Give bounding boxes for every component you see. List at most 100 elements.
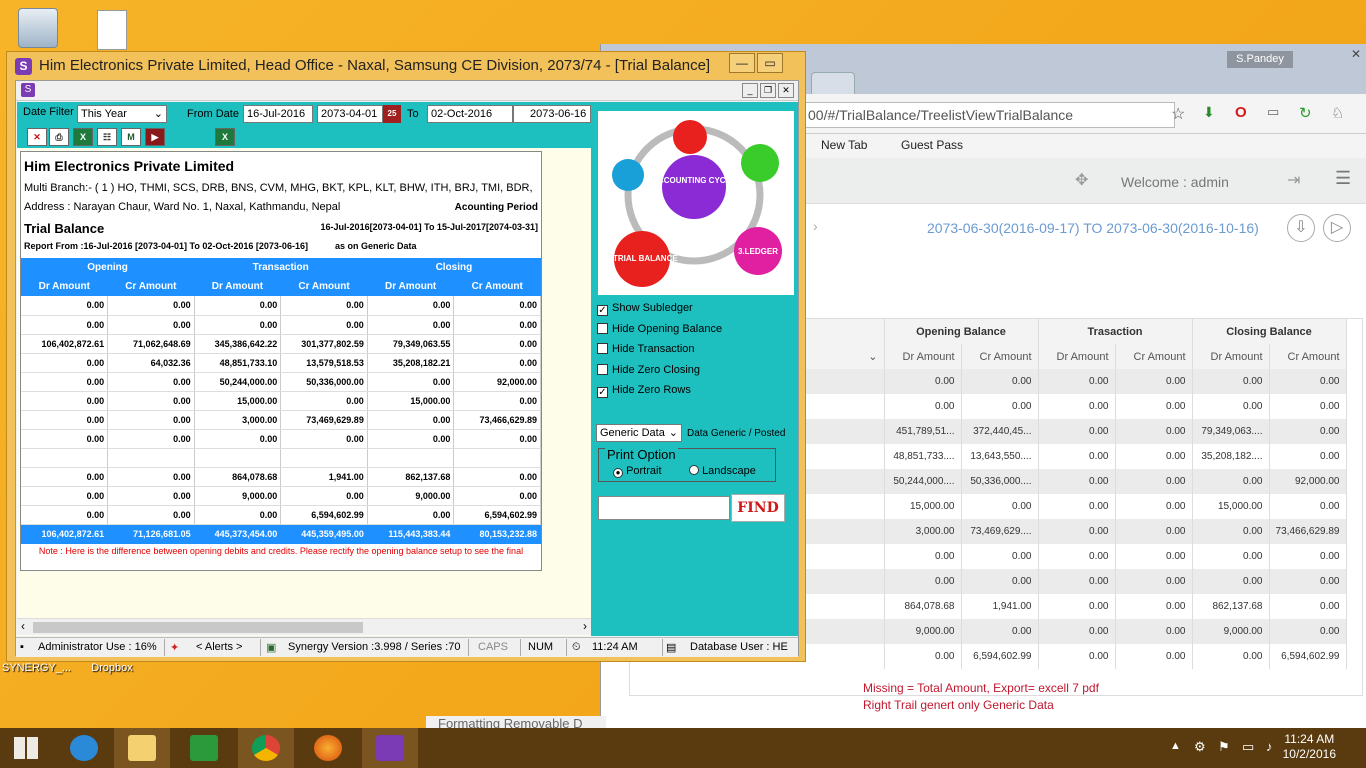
checkmark-icon: ✓ [597,305,608,316]
option-checkbox[interactable]: ✓ Show Subledger [597,302,693,316]
refresh-icon[interactable]: ↻ [1299,104,1312,122]
report-row[interactable]: 0.00 0.00 3,000.00 73,469,629.89 0.00 73,466,… [21,410,541,430]
opera-icon[interactable]: O [1235,104,1247,121]
report-row[interactable]: 0.00 0.00 0.00 0.00 0.00 0.00 [21,429,541,449]
alerts-link[interactable]: < Alerts > [196,641,242,653]
child-minimize-button[interactable]: _ [742,83,758,98]
landscape-radio[interactable]: Landscape [689,465,756,477]
chevron-right-icon[interactable]: › [583,619,587,633]
download-icon[interactable]: ⇩ [1287,214,1315,242]
from-date-bs-input[interactable]: 2073-04-01 [317,105,383,123]
window-icon[interactable]: ▭ [1267,104,1279,120]
move-icon[interactable]: ✥ [1075,170,1088,190]
report-row[interactable]: 0.00 0.00 50,244,000.00 50,336,000.00 0.00 92… [21,372,541,392]
tray-volume-icon[interactable]: ♪ [1266,739,1273,754]
grid-sub-header[interactable]: Dr Amount [1192,344,1270,369]
report-row[interactable]: 0.00 64,032.36 48,851,733.10 13,579,518.53 3… [21,353,541,373]
taskbar-store[interactable] [176,728,232,768]
print-icon[interactable]: ⎙ [49,128,69,146]
report-row[interactable]: 0.00 0.00 15,000.00 0.00 15,000.00 0.00 [21,391,541,411]
tray-monitor-icon[interactable]: ▭ [1242,739,1254,755]
report-row[interactable]: 0.00 0.00 0.00 6,594,602.99 0.00 6,594,602.99 [21,505,541,525]
date-range-picker[interactable]: 2073-06-30(2016-09-17) TO 2073-06-30(201… [927,220,1259,236]
mail-icon[interactable]: M [121,128,141,146]
grid-sub-header[interactable]: Dr Amount [1038,344,1116,369]
taskbar-ie[interactable] [56,728,112,768]
child-restore-button[interactable]: ❐ [760,83,776,98]
grid-cell: 862,137.68 [1192,594,1270,619]
report-cell: 0.00 [367,429,455,449]
tray-up-icon[interactable]: ▲ [1170,740,1181,752]
grid-sub-header[interactable]: Cr Amount [961,344,1039,369]
grid-cell: 0.00 [961,369,1039,394]
grid-cell: 0.00 [1115,494,1193,519]
report-row[interactable]: 106,402,872.61 71,062,648.69 345,386,642.2… [21,334,541,354]
grid-sub-header[interactable]: Cr Amount [1269,344,1347,369]
horizontal-scrollbar[interactable]: ‹ › [17,618,591,635]
excel-icon[interactable]: X [73,128,93,146]
taskbar-synergy[interactable] [362,728,418,768]
close-icon[interactable]: ✕ [1307,44,1366,66]
taskbar-clock[interactable]: 11:24 AM 10/2/2016 [1283,732,1336,762]
recycle-bin-icon[interactable] [6,8,70,51]
portrait-radio[interactable]: ● Portrait [613,465,662,478]
excel-export-icon[interactable]: X [215,128,235,146]
grid-sub-header[interactable]: Cr Amount [1115,344,1193,369]
hamburger-icon[interactable]: ☰ [1335,168,1351,189]
bookmark-new-tab[interactable]: New Tab [821,138,867,152]
desktop-icon-dropbox[interactable]: Dropbox [80,662,144,674]
desktop-icon-synergy[interactable]: SYNERGY_... [2,662,71,674]
tray-network-icon[interactable]: ⚙ [1194,739,1206,755]
report-row[interactable]: 0.00 0.00 9,000.00 0.00 9,000.00 0.00 [21,486,541,506]
option-checkbox[interactable]: ✓ Hide Zero Rows [597,384,691,398]
maximize-button[interactable]: ▭ [757,53,783,73]
desktop-icon-label: SYNERGY_... [2,662,72,674]
report-row[interactable]: 0.00 0.00 864,078.68 1,941.00 862,137.68 0.00 [21,467,541,487]
taskbar-firefox[interactable] [300,728,356,768]
url-field[interactable]: 00/#/TrialBalance/TreelistViewTrialBalan… [799,102,1175,128]
grid-cell: 0.00 [884,369,962,394]
report-row[interactable] [21,448,541,468]
cancel-icon[interactable]: ✕ [27,128,47,146]
to-date-bs-input[interactable]: 2073-06-16 [513,105,591,123]
tree-icon[interactable]: ☷ [97,128,117,146]
find-input[interactable] [598,496,730,520]
browser-tab[interactable] [811,72,855,94]
run-icon[interactable]: ▶ [145,128,165,146]
bookmark-guest-pass[interactable]: Guest Pass [901,138,963,152]
data-type-select[interactable]: Generic Data ⌄ [596,424,682,442]
to-date-ad-input[interactable]: 02-Oct-2016 [427,105,513,123]
scrollbar-thumb[interactable] [33,622,363,633]
document-icon[interactable] [80,10,144,53]
option-checkbox[interactable]: Hide Transaction [597,343,695,355]
chevron-left-icon[interactable]: ‹ [21,619,25,633]
folder-icon [128,735,156,761]
taskbar-explorer[interactable] [114,728,170,768]
taskbar-chrome[interactable] [238,728,294,768]
welcome-user[interactable]: Welcome : admin [1121,174,1229,190]
minimize-button[interactable]: — [729,53,755,73]
chevron-right-icon[interactable]: › [813,218,818,234]
tray-flag-icon[interactable]: ⚑ [1218,739,1230,755]
star-icon[interactable]: ☆ [1171,104,1185,124]
grid-sub-header[interactable]: Dr Amount [884,344,962,369]
date-filter-select[interactable]: This Year ⌄ [77,105,167,123]
report-row[interactable]: 0.00 0.00 0.00 0.00 0.00 0.00 [21,315,541,335]
child-close-button[interactable]: ✕ [778,83,794,98]
option-checkbox[interactable]: Hide Zero Closing [597,363,700,376]
play-icon[interactable]: ▷ [1323,214,1351,242]
extension-icon[interactable]: ⬇ [1203,104,1215,121]
report-cell: 0.00 [453,315,541,335]
user-badge[interactable]: S.Pandey [1227,51,1293,68]
menu-icon[interactable]: ♘ [1331,104,1344,122]
calendar-icon[interactable]: 25 [383,105,401,123]
start-button[interactable] [0,728,56,768]
database-user: Database User : HE [690,641,788,653]
report-cell: 0.00 [194,296,282,316]
report-row[interactable]: 0.00 0.00 0.00 0.00 0.00 0.00 [21,296,541,316]
grid-cell: 0.00 [1038,394,1116,419]
option-checkbox[interactable]: Hide Opening Balance [597,322,722,335]
find-button[interactable]: FIND [731,494,785,522]
from-date-ad-input[interactable]: 16-Jul-2016 [243,105,313,123]
logout-icon[interactable]: ⇥ [1287,170,1300,190]
